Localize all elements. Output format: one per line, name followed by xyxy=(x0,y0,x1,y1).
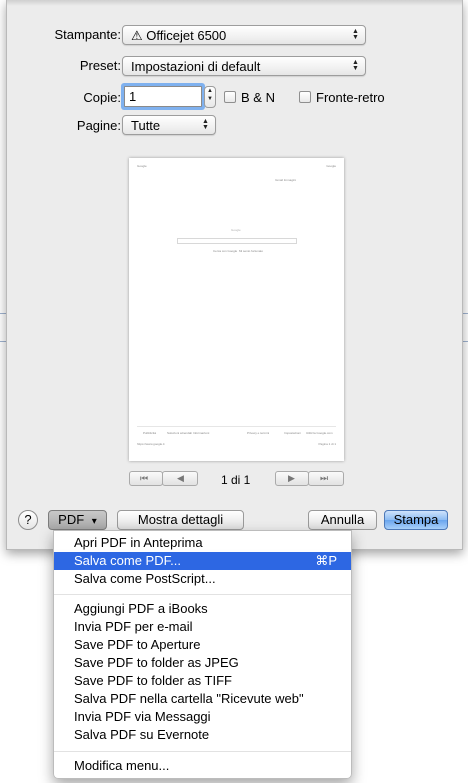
menu-item-jpeg[interactable]: Save PDF to folder as JPEG xyxy=(54,654,351,672)
pdf-menu-button[interactable]: PDF ▾ xyxy=(48,510,107,530)
preview-footer-link: Soluzioni aziendali xyxy=(167,431,192,435)
bw-checkbox[interactable] xyxy=(224,91,236,103)
duplex-label: Fronte-retro xyxy=(316,90,385,105)
printer-label: Stampante: xyxy=(54,27,122,42)
popup-arrows-icon: ▲ ▼ xyxy=(352,59,359,72)
preview-url: https://www.google.it xyxy=(137,442,165,446)
pages-popup[interactable]: Tutte ▲ ▼ xyxy=(122,115,216,135)
menu-item-email[interactable]: Invia PDF per e-mail xyxy=(54,618,351,636)
popup-arrows-icon: ▲ ▼ xyxy=(202,118,209,131)
print-button[interactable]: Stampa xyxy=(384,510,448,530)
help-button[interactable]: ? xyxy=(18,510,38,530)
menu-item-save-pdf[interactable]: Salva come PDF... ⌘P xyxy=(54,552,351,570)
preview-header-left: Google xyxy=(137,164,147,168)
warning-icon: ⚠ xyxy=(131,28,143,43)
page-indicator: 1 di 1 xyxy=(221,473,251,487)
preview-footer-link: Privacy e termini xyxy=(247,431,270,435)
preview-page-number: Pagina 1 di 1 xyxy=(318,442,336,446)
page-preview: Google Google Gmail Immagini Google Cerc… xyxy=(129,158,344,461)
pdf-button-label: PDF xyxy=(58,512,85,527)
cancel-button[interactable]: Annulla xyxy=(308,510,377,530)
menu-separator xyxy=(54,594,351,595)
menu-item-aperture[interactable]: Save PDF to Aperture xyxy=(54,636,351,654)
preview-footer-link: Utilizza Google.com xyxy=(306,431,333,435)
shortcut-label: ⌘P xyxy=(315,553,337,568)
pages-label: Pagine: xyxy=(76,118,121,133)
printer-popup[interactable]: ⚠ Officejet 6500 ▲ ▼ xyxy=(122,25,366,45)
previous-page-button[interactable]: ◀ xyxy=(162,471,198,486)
pages-value: Tutte xyxy=(131,118,161,133)
preview-lucky-button: Mi sento fortunato xyxy=(239,249,264,253)
menu-item-save-postscript[interactable]: Salva come PostScript... xyxy=(54,570,351,588)
preview-footer-link: Informazioni xyxy=(193,431,210,435)
copies-value: 1 xyxy=(129,89,137,104)
copies-field[interactable]: 1 xyxy=(124,86,202,107)
copies-label: Copie: xyxy=(83,90,121,105)
menu-item-messages[interactable]: Invia PDF via Messaggi xyxy=(54,708,351,726)
preview-top-links: Gmail Immagini xyxy=(275,178,296,182)
preview-search-button: Cerca con Google xyxy=(213,249,238,253)
preview-search-box xyxy=(177,238,297,244)
bw-label: B & N xyxy=(241,90,275,105)
menu-item-web-receipts[interactable]: Salva PDF nella cartella "Ricevute web" xyxy=(54,690,351,708)
popup-arrows-icon: ▲ ▼ xyxy=(352,28,359,41)
preview-logo: Google xyxy=(231,228,241,232)
menu-item-tiff[interactable]: Save PDF to folder as TIFF xyxy=(54,672,351,690)
first-page-button[interactable]: ⏮ xyxy=(129,471,163,486)
menu-item-edit-menu[interactable]: Modifica menu... xyxy=(54,757,351,775)
show-details-button[interactable]: Mostra dettagli xyxy=(117,510,244,530)
preview-footer-rule xyxy=(137,426,336,427)
printer-value: Officejet 6500 xyxy=(146,28,227,43)
preset-label: Preset: xyxy=(79,58,121,73)
preview-footer-link: Pubblicità xyxy=(143,431,157,435)
duplex-checkbox[interactable] xyxy=(299,91,311,103)
pdf-menu: Apri PDF in Anteprima Salva come PDF... ⌘… xyxy=(53,530,352,779)
menu-separator xyxy=(54,751,351,752)
print-dialog: Stampante: ⚠ Officejet 6500 ▲ ▼ Preset: I… xyxy=(6,0,463,550)
menu-item-open-preview[interactable]: Apri PDF in Anteprima xyxy=(54,534,351,552)
preset-popup[interactable]: Impostazioni di default ▲ ▼ xyxy=(122,56,366,76)
sheet-shadow xyxy=(7,0,462,6)
chevron-down-icon: ▾ xyxy=(91,516,97,527)
next-page-button[interactable]: ▶ xyxy=(275,471,309,486)
last-page-button[interactable]: ⏭ xyxy=(308,471,344,486)
copies-stepper[interactable]: ▲ ▼ xyxy=(204,86,216,108)
preview-header-right: Google xyxy=(326,164,336,168)
menu-item-ibooks[interactable]: Aggiungi PDF a iBooks xyxy=(54,600,351,618)
menu-item-evernote[interactable]: Salva PDF su Evernote xyxy=(54,726,351,744)
preset-value: Impostazioni di default xyxy=(131,59,261,74)
preview-footer-link: Impostazioni xyxy=(284,431,301,435)
